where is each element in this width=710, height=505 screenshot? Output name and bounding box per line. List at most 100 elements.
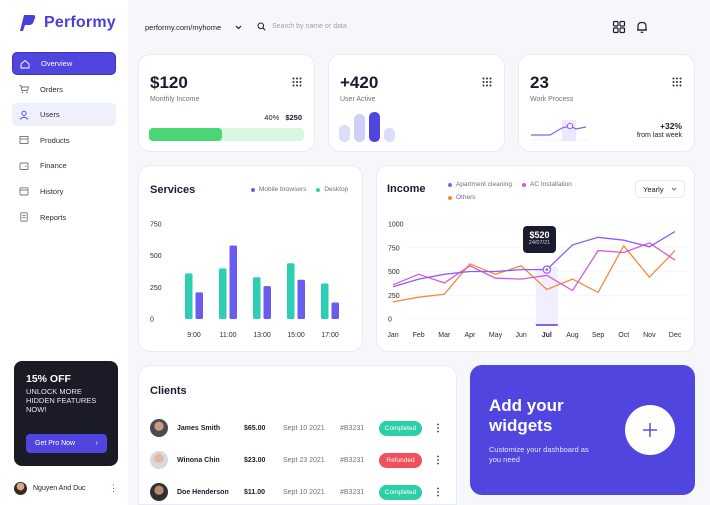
sidebar-item-reports[interactable]: Reports [12,206,116,229]
sidebar-item-products[interactable]: Products [12,129,116,152]
url-text: performy.com/myhome [145,23,222,32]
x-tick-label: 17:00 [321,332,339,339]
user-profile[interactable]: Nguyen And Duc ⋮ [14,482,118,495]
grid-dots-icon[interactable] [672,77,682,87]
income-progress-percent: 40% [264,113,280,122]
sidebar-item-orders[interactable]: Orders [12,78,116,101]
y-tick-label: 0 [150,317,154,324]
clients-card: Clients James Smith $65.00 Sept 10 2021 … [138,365,457,505]
bar-mobile [297,279,305,319]
work-mini-chart [530,120,588,141]
home-icon [20,59,30,68]
users-mini-bars [339,112,395,142]
sidebar-item-users[interactable]: Users [12,103,116,127]
income-card: Income Apartment cleaning AC Installatio… [376,165,695,352]
sidebar-item-label: Reports [40,212,67,222]
widget-subtitle: Customize your dashboard as you need [489,445,589,464]
work-change-value: +32% [660,121,682,131]
client-name: Winona Chin [177,456,220,464]
x-tick-label: Jan [387,332,398,339]
income-progress-track [149,128,304,141]
sidebar-item-label: History [40,186,64,196]
highlight-bar [535,324,558,326]
table-row[interactable]: James Smith $65.00 Sept 10 2021 #B3231 C… [150,417,446,439]
table-row[interactable]: Doe Henderson $11.00 Sept 10 2021 #B3231… [150,481,446,503]
y-tick-label: 250 [150,285,162,292]
x-tick-label: Jun [516,332,527,339]
users-kpi-value: +420 [340,73,379,92]
work-kpi-label: Work Process [530,96,574,103]
users-kpi-card: +420 User Active [328,54,505,152]
income-line-chart: 0 250 500 750 1000 Jan Feb Mar Apr May Jun Jul Aug Se… [387,222,687,339]
x-tick-label: Feb [413,332,425,339]
add-widget-button[interactable] [625,405,675,455]
sidebar-item-history[interactable]: History [12,180,116,203]
search-input[interactable]: Search by name or data [272,23,347,30]
table-row[interactable]: Winona Chin $23.00 Sept 23 2021 #B3231 R… [150,449,446,471]
sidebar-item-label: Orders [40,84,63,94]
sidebar-item-label: Overview [41,59,73,68]
more-vertical-icon[interactable]: ⋮ [109,483,118,494]
tooltip-value: $520 [529,230,550,240]
bar-mobile [331,302,339,319]
more-vertical-icon[interactable]: ⋮ [433,423,443,434]
avatar [150,419,168,437]
client-date: Sept 10 2021 [283,424,325,432]
grid-icon[interactable] [612,20,626,34]
sidebar-item-overview[interactable]: Overview [12,52,116,75]
more-vertical-icon[interactable]: ⋮ [433,487,443,498]
client-amount: $65.00 [244,424,266,432]
get-pro-label: Get Pro Now [35,440,76,447]
y-tick-label: 750 [150,222,162,229]
client-name: Doe Henderson [177,488,229,496]
brand-logo[interactable]: Performy [18,14,116,32]
x-tick-label: Nov [643,332,656,339]
y-tick-label: 250 [388,293,400,300]
work-change-label: from last week [636,132,682,139]
add-widgets-card: Add your widgets Customize your dashboar… [470,365,695,495]
income-target: $250 [285,113,302,122]
box-icon [19,136,29,145]
x-tick-label: 15:00 [287,332,305,339]
search-bar[interactable]: Search by name or data [257,22,347,31]
income-kpi-value: $120 [150,73,188,92]
sidebar-item-finance[interactable]: Finance [12,154,116,177]
client-name: James Smith [177,424,221,432]
services-bar-chart: 0 250 500 750 9:00 11:00 13:00 15:00 17:00 [150,222,339,339]
status-badge: Completed [379,484,422,500]
widget-title: Add your widgets [489,396,564,435]
client-date: Sept 23 2021 [283,456,325,464]
calendar-icon [19,187,29,196]
status-badge: Refunded [379,452,422,468]
sidebar-nav: Overview Orders Users Products Finance H… [12,52,116,231]
bell-icon[interactable] [635,20,649,34]
x-tick-label: Oct [618,332,629,339]
avatar [150,451,168,469]
promo-subtitle: UNLOCK MORE HIDDEN FEATURES NOW! [26,387,97,414]
avatar [150,483,168,501]
x-tick-label: Jul [542,332,552,339]
search-icon [257,22,266,31]
get-pro-button[interactable]: Get Pro Now › [26,434,107,453]
bar-desktop [185,273,193,319]
sidebar-item-label: Users [40,110,60,120]
plus-icon [643,423,657,437]
status-badge: Completed [379,420,422,436]
client-code: #B3231 [340,456,365,464]
clients-title: Clients [150,385,187,397]
bar-mobile [229,245,237,319]
highlight-point-core [545,268,549,271]
chevron-down-icon [235,25,242,30]
users-kpi-label: User Active [340,96,376,103]
grid-dots-icon[interactable] [292,77,302,87]
sidebar-item-label: Products [40,135,70,145]
client-code: #B3231 [340,424,365,432]
x-tick-label: 13:00 [253,332,271,339]
tooltip-date: 24/07/21 [528,240,551,246]
y-tick-label: 500 [388,269,400,276]
y-tick-label: 1000 [388,222,404,229]
more-vertical-icon[interactable]: ⋮ [433,455,443,466]
url-selector[interactable]: performy.com/myhome [145,23,242,32]
logo-icon [20,15,36,31]
grid-dots-icon[interactable] [482,77,492,87]
